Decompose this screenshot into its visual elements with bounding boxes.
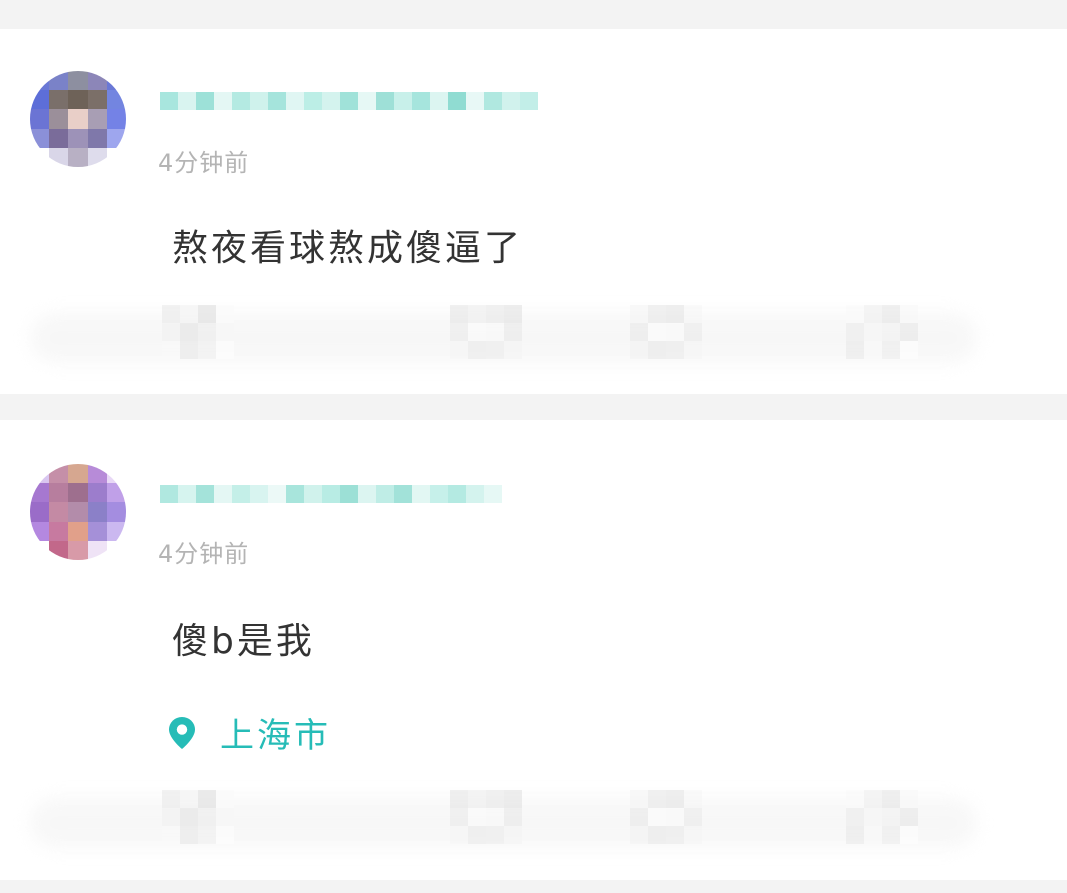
like-button[interactable] bbox=[162, 305, 234, 359]
post-card[interactable]: 4分钟前 傻b是我 上海市 bbox=[0, 420, 1067, 880]
action-bar bbox=[0, 790, 1067, 860]
avatar-mosaic bbox=[30, 71, 126, 167]
post-timestamp: 4分钟前 bbox=[158, 540, 250, 568]
comment-button[interactable] bbox=[450, 305, 522, 359]
username-pixelated[interactable] bbox=[160, 476, 505, 512]
post-timestamp: 4分钟前 bbox=[158, 149, 250, 177]
like-button[interactable] bbox=[162, 790, 234, 844]
favorite-button[interactable] bbox=[630, 790, 702, 844]
post-content: 熬夜看球熬成傻逼了 bbox=[172, 228, 524, 269]
map-pin-icon bbox=[168, 716, 196, 750]
post-location[interactable]: 上海市 bbox=[168, 708, 331, 757]
favorite-button[interactable] bbox=[630, 305, 702, 359]
location-label: 上海市 bbox=[220, 716, 331, 756]
avatar[interactable] bbox=[30, 71, 126, 167]
avatar[interactable] bbox=[30, 464, 126, 560]
share-button[interactable] bbox=[846, 305, 918, 359]
post-content: 傻b是我 bbox=[172, 621, 315, 662]
comment-button[interactable] bbox=[450, 790, 522, 844]
post-card[interactable]: 4分钟前 熬夜看球熬成傻逼了 bbox=[0, 29, 1067, 394]
username-pixelated[interactable] bbox=[160, 83, 545, 119]
share-button[interactable] bbox=[846, 790, 918, 844]
avatar-mosaic bbox=[30, 464, 126, 560]
action-bar bbox=[0, 305, 1067, 375]
